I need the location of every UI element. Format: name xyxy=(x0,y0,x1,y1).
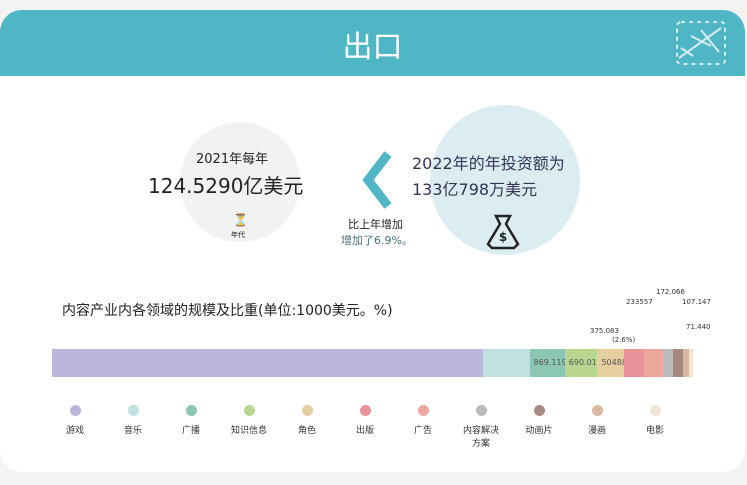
bar-segment-3: 690.012 xyxy=(564,349,602,377)
legend-swatch xyxy=(69,405,81,416)
data-label: (2.6%) xyxy=(612,336,636,344)
legend-label: 音乐 xyxy=(123,426,142,436)
year-2022-label: 2022年的年投资额为 xyxy=(412,154,565,173)
legend-swatch xyxy=(591,405,603,416)
legend-swatch xyxy=(417,405,429,416)
svg-text:$: $ xyxy=(499,230,507,244)
bar-segment-0 xyxy=(52,349,483,377)
legend-label: 出版 xyxy=(355,426,374,436)
year-2021-label: 2021年每年 xyxy=(196,152,269,167)
legend-label: 动画片 xyxy=(525,426,553,436)
money-bag-icon: $ xyxy=(486,214,520,250)
data-label: 71.440 xyxy=(686,323,711,331)
legend-label: 内容解决方案 xyxy=(462,426,499,449)
legend-swatch xyxy=(301,405,313,416)
legend-item: 内容解决方案 xyxy=(456,405,506,449)
hourglass-icon: ⏳ xyxy=(233,213,248,227)
airplane-icon xyxy=(676,21,726,65)
legend-swatch xyxy=(185,405,197,416)
bar-segment-6 xyxy=(643,349,663,377)
legend-swatch xyxy=(127,405,139,416)
bar-segment-1 xyxy=(482,349,530,377)
bar-segment-10 xyxy=(689,349,693,377)
increase-value: 增加了6.9%。 xyxy=(341,234,413,247)
legend-item: 广告 xyxy=(398,405,448,436)
legend-label: 角色 xyxy=(297,426,316,436)
era-label: 年代 xyxy=(231,231,245,239)
legend-label: 漫画 xyxy=(587,426,606,436)
bar-segment-5 xyxy=(624,349,644,377)
card: 出口 2021年每年 124.5290亿美元 ⏳ 年代 比上年增加 增加了6.9… xyxy=(0,10,745,472)
legend-item: 游戏 xyxy=(50,405,100,436)
chart-title: 内容产业内各领域的规模及比重(单位:1000美元。%) xyxy=(62,303,393,319)
data-label: 375.083 xyxy=(590,327,619,335)
chevron-left-icon xyxy=(362,151,392,209)
bar-segment-8 xyxy=(673,349,684,377)
legend-swatch xyxy=(243,405,255,416)
legend-item: 音乐 xyxy=(108,405,158,436)
legend-label: 广告 xyxy=(413,426,432,436)
legend-swatch xyxy=(533,405,545,416)
stacked-bar: 869.119 690.012 504889 xyxy=(52,349,693,377)
legend-item: 知识信息 xyxy=(224,405,274,436)
value-2022: 133亿798万美元 xyxy=(412,180,538,199)
legend-swatch xyxy=(359,405,371,416)
legend-item: 电影 xyxy=(630,405,680,436)
bar-segment-7 xyxy=(662,349,674,377)
legend-swatch xyxy=(649,405,661,416)
legend-label: 电影 xyxy=(645,426,664,436)
data-label: 107.147 xyxy=(682,298,711,306)
legend-item: 角色 xyxy=(282,405,332,436)
data-label: 172.066 xyxy=(656,288,685,296)
legend-item: 广播 xyxy=(166,405,216,436)
header-band: 出口 xyxy=(0,10,745,76)
legend-item: 漫画 xyxy=(572,405,622,436)
increase-label: 比上年增加 xyxy=(348,218,403,231)
legend-label: 知识信息 xyxy=(230,426,267,436)
legend-label: 广播 xyxy=(181,426,200,436)
page-title: 出口 xyxy=(342,30,403,65)
bar-segment-2: 869.119 xyxy=(529,349,567,377)
legend-swatch xyxy=(475,405,487,416)
value-2021: 124.5290亿美元 xyxy=(148,174,304,198)
legend-item: 出版 xyxy=(340,405,390,436)
data-label: 233557 xyxy=(626,298,653,306)
legend-label: 游戏 xyxy=(65,426,84,436)
data-label: 690.012 xyxy=(568,358,602,367)
data-label: 869.119 xyxy=(533,358,567,367)
bar-segment-4: 504889 xyxy=(597,349,632,377)
legend-item: 动画片 xyxy=(514,405,564,436)
